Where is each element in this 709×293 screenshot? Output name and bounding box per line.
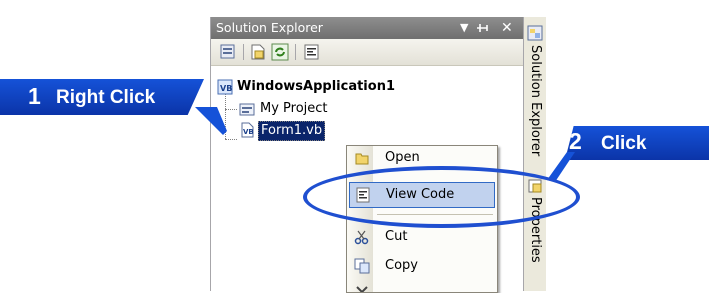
svg-text:VB: VB <box>220 84 232 93</box>
toolbar-separator <box>295 44 296 60</box>
tree-item-my-project[interactable]: My Project <box>211 100 511 118</box>
toolbar-separator <box>243 44 244 60</box>
cut-icon <box>354 229 370 245</box>
callout-number: 1 <box>28 83 41 109</box>
close-icon[interactable]: ✕ <box>501 17 513 39</box>
solution-icon: VB <box>217 79 233 95</box>
callout-pointer-arrow <box>195 107 227 135</box>
callout-click: 2 Click <box>565 126 709 160</box>
callout-label: Click <box>601 133 647 154</box>
vb-form-file-icon: VB <box>239 122 255 138</box>
open-icon <box>354 150 370 166</box>
tree-item-form1[interactable]: VB Form1.vb <box>211 121 511 141</box>
tree-item-solution[interactable]: VB WindowsApplication1 <box>211 78 511 96</box>
window-position-dropdown-icon[interactable]: ▼ <box>460 17 468 39</box>
panel-title: Solution Explorer <box>216 20 323 35</box>
callout-number: 2 <box>569 128 582 154</box>
svg-text:VB: VB <box>243 128 254 136</box>
highlight-oval <box>303 166 580 228</box>
menu-item-label: Copy <box>385 258 418 273</box>
panel-toolbar <box>211 39 524 66</box>
tree-item-label: WindowsApplication1 <box>237 79 395 94</box>
panel-title-bar: Solution Explorer ▼ ✕ <box>211 17 524 39</box>
side-tab-strip: Solution Explorer Properties <box>523 17 546 291</box>
menu-item-cut[interactable]: Cut <box>349 225 493 249</box>
tab-solution-explorer[interactable]: Solution Explorer <box>528 45 543 156</box>
menu-item-label: Cut <box>385 229 408 244</box>
copy-icon <box>354 258 370 274</box>
callout-label: Right Click <box>56 87 156 108</box>
refresh-icon[interactable] <box>271 43 289 61</box>
show-all-files-icon[interactable] <box>249 43 267 61</box>
tree-item-label: Form1.vb <box>258 121 326 141</box>
tree-item-label: My Project <box>260 101 328 116</box>
view-code-toolbar-icon[interactable] <box>303 43 321 61</box>
menu-item-copy[interactable]: Copy <box>349 254 493 278</box>
menu-item-partial[interactable] <box>349 280 493 292</box>
properties-toolbar-icon[interactable] <box>219 43 237 61</box>
close-icon <box>354 284 370 292</box>
project-properties-icon <box>239 101 255 117</box>
solution-explorer-tab-icon[interactable] <box>527 25 543 45</box>
tree-connector <box>225 139 237 140</box>
callout-right-click: 1 Right Click <box>0 79 204 115</box>
